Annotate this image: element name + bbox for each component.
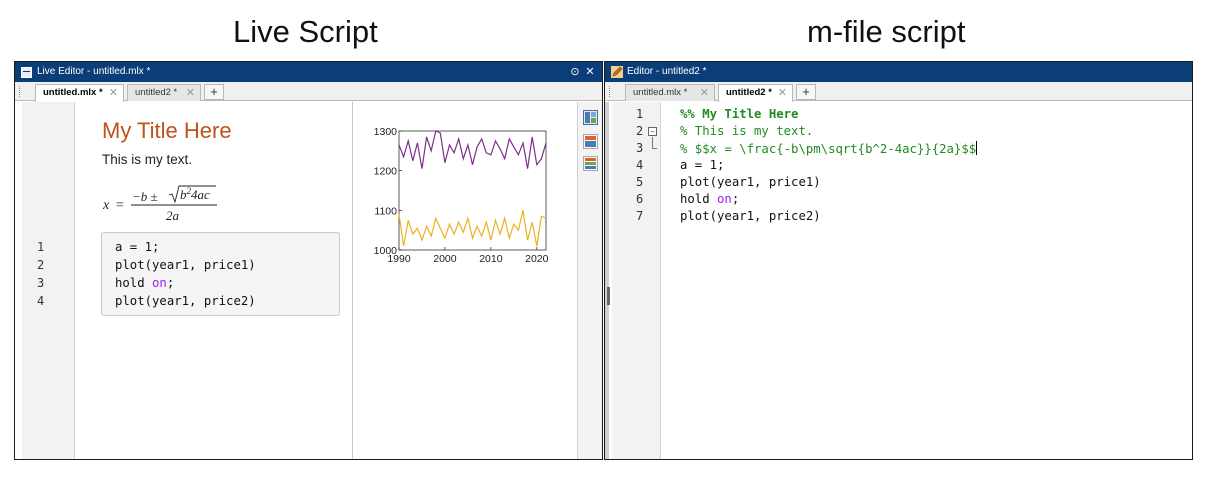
svg-text:b24ac: b24ac bbox=[180, 186, 210, 202]
live-editor-app-icon bbox=[21, 67, 32, 78]
tab-untitled-mlx[interactable]: untitled.mlx * ✕ bbox=[35, 84, 124, 102]
grip-handle[interactable] bbox=[609, 86, 611, 97]
tab-untitled-mlx[interactable]: untitled.mlx * ✕ bbox=[625, 84, 715, 101]
code-fold-toggle[interactable]: − bbox=[648, 127, 657, 136]
line-number-gutter: 1 2 3 4 bbox=[22, 102, 75, 459]
cell-title-line[interactable]: %% My Title Here bbox=[680, 107, 798, 121]
line-number-gutter: 1 2 3 4 5 6 7 bbox=[612, 102, 661, 459]
comment-text: % $$x = \frac{-b\pm\sqrt{b^2-4ac}}{2a}$$ bbox=[680, 142, 977, 156]
svg-text:−b ±: −b ± bbox=[132, 189, 158, 204]
editor-window-title: Editor - untitled2 * bbox=[627, 66, 707, 77]
code-token: ; bbox=[166, 276, 175, 290]
grip-handle[interactable] bbox=[19, 86, 21, 97]
tab-label: untitled2 * bbox=[726, 87, 772, 98]
editor-window: Editor - untitled2 * untitled.mlx * ✕ un… bbox=[604, 61, 1193, 460]
line-number: 3 bbox=[636, 141, 644, 155]
tab-untitled2[interactable]: untitled2 * ✕ bbox=[127, 84, 201, 101]
x-tick-label: 2010 bbox=[479, 253, 503, 265]
tab-close-icon[interactable]: ✕ bbox=[700, 85, 709, 101]
pencil-icon bbox=[611, 66, 623, 78]
code-line[interactable]: plot(year1, price1) bbox=[680, 175, 821, 189]
line-number: 6 bbox=[636, 192, 644, 206]
close-icon[interactable]: ✕ bbox=[583, 62, 597, 82]
panel-splitter[interactable] bbox=[605, 102, 610, 459]
add-tab-button[interactable]: + bbox=[796, 84, 816, 100]
svg-text:2a: 2a bbox=[166, 208, 180, 223]
show-actions-icon[interactable]: ⊙ bbox=[568, 62, 582, 82]
x-tick-label: 2020 bbox=[525, 253, 549, 265]
tab-label: untitled.mlx * bbox=[633, 87, 688, 98]
mfile-script-heading: m-file script bbox=[807, 14, 966, 49]
tab-close-icon[interactable]: ✕ bbox=[186, 85, 195, 101]
doc-title[interactable]: My Title Here bbox=[102, 118, 232, 144]
code-block[interactable]: a = 1; plot(year1, price1) hold on; plot… bbox=[101, 232, 340, 316]
svg-text:=: = bbox=[115, 198, 124, 213]
code-line[interactable]: a = 1; bbox=[115, 240, 159, 254]
tab-close-icon[interactable]: ✕ bbox=[109, 85, 118, 101]
line-number: 3 bbox=[37, 276, 45, 290]
y-tick-label: 1200 bbox=[374, 166, 398, 178]
code-line[interactable]: hold on; bbox=[680, 192, 739, 206]
editor-titlebar: Editor - untitled2 * bbox=[605, 62, 1192, 82]
editor-tab-strip: untitled.mlx * ✕ untitled2 * ✕ + bbox=[605, 82, 1192, 102]
line-chart[interactable]: 1990 2000 2010 20201000110012001300 bbox=[354, 102, 577, 282]
live-script-heading: Live Script bbox=[233, 14, 378, 49]
output-inline-icon[interactable] bbox=[583, 110, 598, 125]
keyword-token: on bbox=[152, 276, 167, 290]
y-tick-label: 1300 bbox=[374, 126, 398, 138]
code-line[interactable]: plot(year1, price2) bbox=[115, 294, 256, 308]
tab-close-icon[interactable]: ✕ bbox=[778, 85, 787, 101]
comment-line[interactable]: % $$x = \frac{-b\pm\sqrt{b^2-4ac}}{2a}$$ bbox=[680, 141, 978, 156]
live-editor-window: Live Editor - untitled.mlx * ⊙ ✕ untitle… bbox=[14, 61, 603, 460]
tab-label: untitled.mlx * bbox=[43, 87, 103, 98]
line-number: 4 bbox=[636, 158, 644, 172]
y-tick-label: 1000 bbox=[374, 245, 398, 257]
live-editor-titlebar: Live Editor - untitled.mlx * ⊙ ✕ bbox=[15, 62, 602, 82]
code-line[interactable]: a = 1; bbox=[680, 158, 724, 172]
code-line[interactable]: plot(year1, price2) bbox=[680, 209, 821, 223]
fold-guide-end bbox=[652, 148, 657, 149]
output-panel: 1990 2000 2010 2020 1000 1100 1200 1300 bbox=[354, 102, 577, 459]
line-number: 5 bbox=[636, 175, 644, 189]
text-cursor bbox=[976, 141, 978, 155]
line-number: 7 bbox=[636, 209, 644, 223]
code-token: hold bbox=[115, 276, 153, 290]
line-number: 1 bbox=[636, 107, 644, 121]
comment-line[interactable]: % This is my text. bbox=[680, 124, 813, 138]
y-tick-label: 1100 bbox=[374, 205, 397, 217]
code-line[interactable]: hold on; bbox=[115, 276, 174, 290]
tab-untitled2[interactable]: untitled2 * ✕ bbox=[718, 84, 793, 102]
equation[interactable]: x = −b ± b24ac 2a bbox=[102, 184, 233, 224]
live-script-document[interactable]: My Title Here This is my text. x = −b ± … bbox=[76, 102, 353, 459]
tab-label: untitled2 * bbox=[135, 87, 178, 98]
x-tick-label: 2000 bbox=[433, 253, 457, 265]
code-token: hold bbox=[680, 192, 718, 206]
equation-graphic: x = −b ± b24ac 2a bbox=[102, 185, 217, 223]
hide-code-icon[interactable] bbox=[583, 156, 598, 171]
line-number: 2 bbox=[636, 124, 644, 138]
live-editor-window-title: Live Editor - untitled.mlx * bbox=[37, 66, 151, 77]
output-view-rail bbox=[577, 102, 602, 459]
svg-text:x: x bbox=[103, 198, 110, 213]
code-line[interactable]: plot(year1, price1) bbox=[115, 258, 256, 272]
line-number: 1 bbox=[37, 240, 45, 254]
doc-text[interactable]: This is my text. bbox=[102, 152, 192, 167]
line-number: 4 bbox=[37, 294, 45, 308]
line-number: 2 bbox=[37, 258, 45, 272]
add-tab-button[interactable]: + bbox=[204, 84, 224, 100]
output-right-icon[interactable] bbox=[583, 134, 598, 149]
splitter-grip[interactable] bbox=[607, 287, 610, 305]
code-token: ; bbox=[731, 192, 740, 206]
live-editor-tab-strip: untitled.mlx * ✕ untitled2 * ✕ + bbox=[15, 82, 602, 102]
keyword-token: on bbox=[717, 192, 732, 206]
